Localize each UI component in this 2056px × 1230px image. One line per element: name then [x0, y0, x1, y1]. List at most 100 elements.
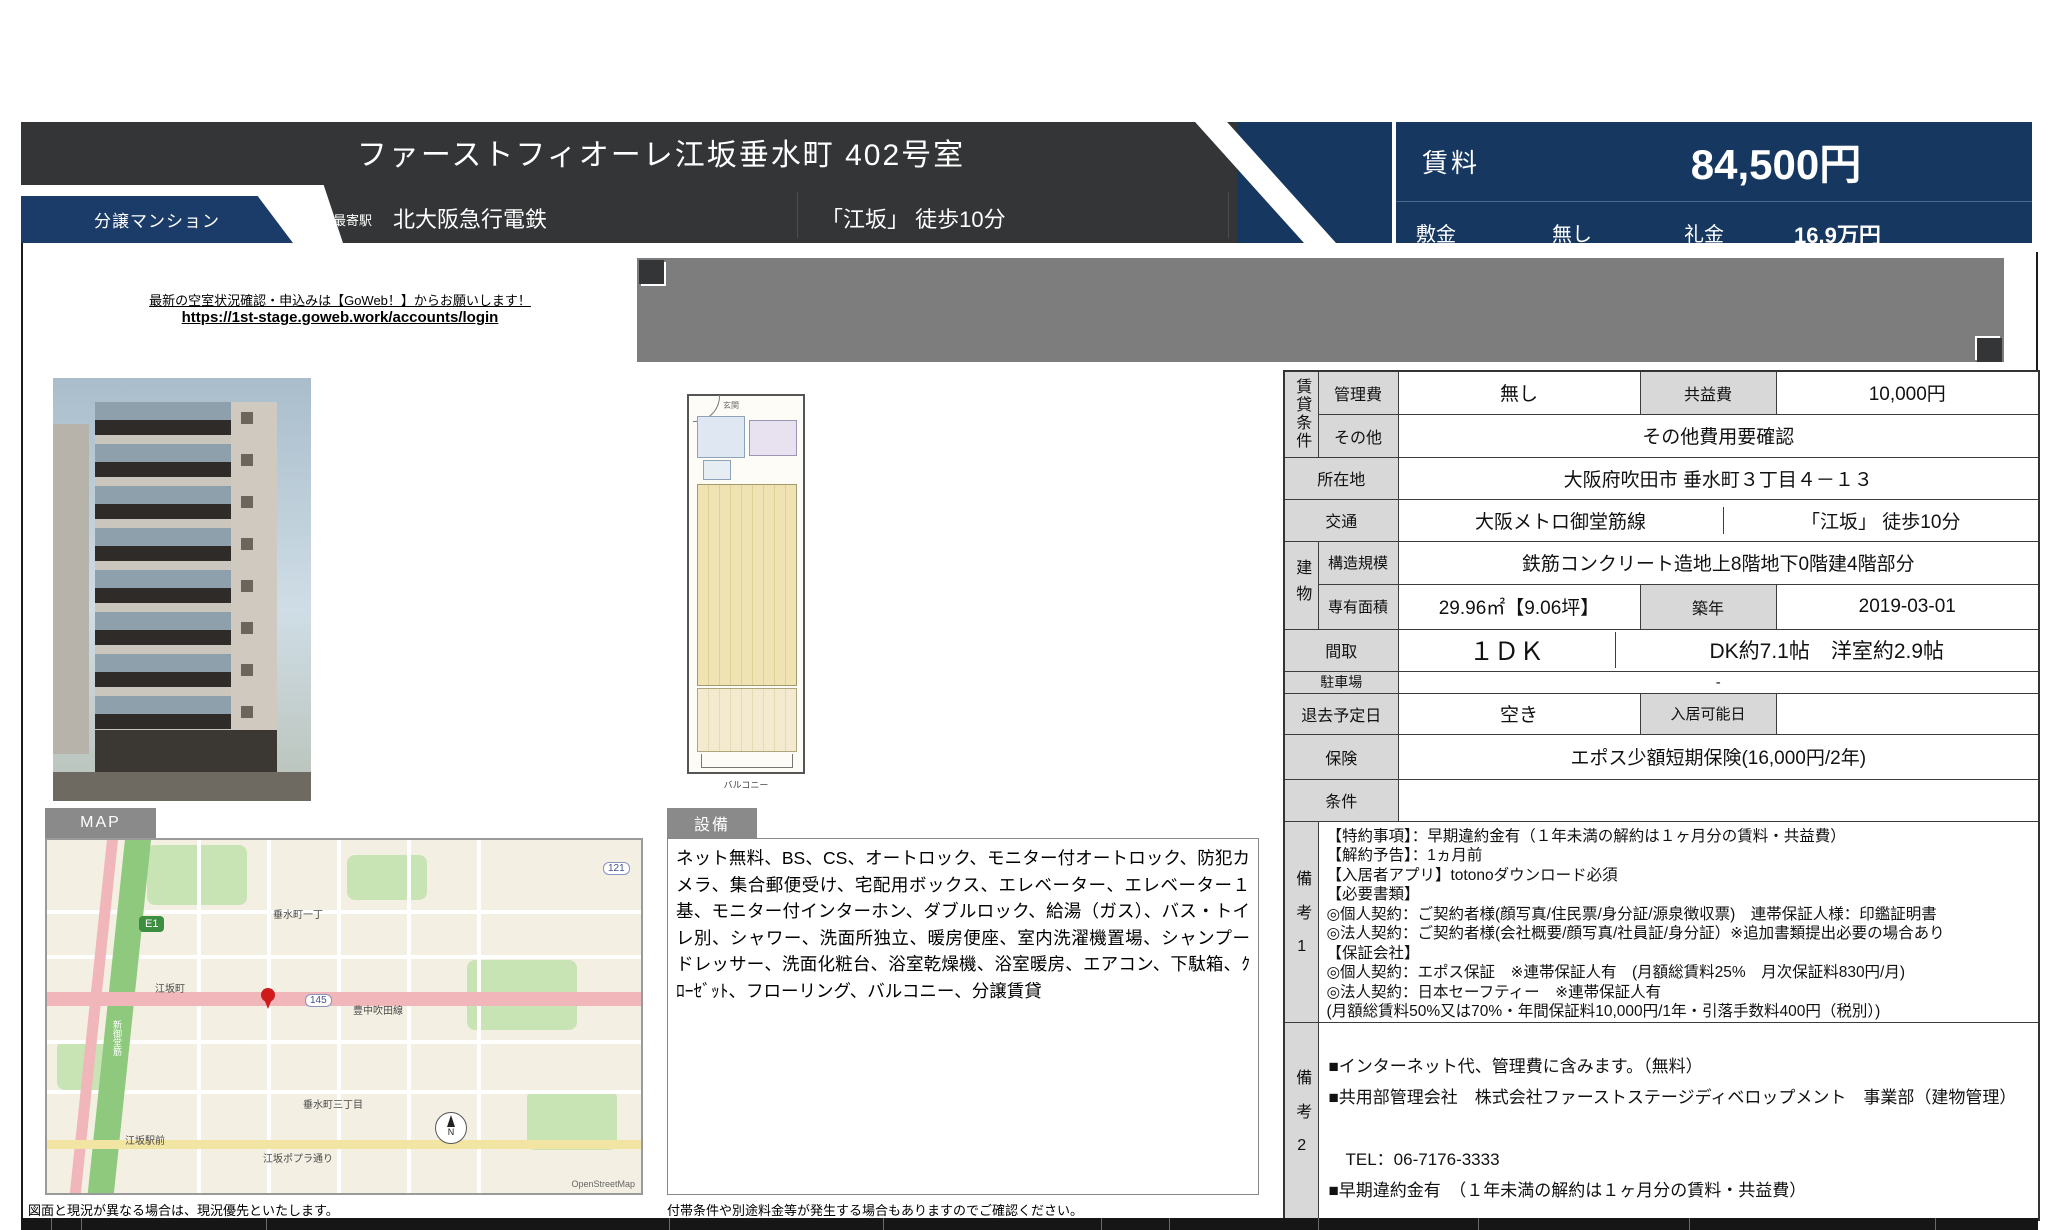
- note-line: ◎個人契約：ご契約者様(顔写真/住民票/身分証/源泉徴収票) 連帯保証人様：印鑑…: [1319, 905, 2039, 925]
- price-block: 賃料 84,500円 敷金 無し 礼金 16.9万円: [1396, 122, 2032, 243]
- note-line: ◎法人契約：日本セーフティー ※連帯保証人有: [1319, 983, 2039, 1003]
- western-room: [697, 688, 797, 752]
- insurance-label: 保険: [1284, 734, 1398, 779]
- building-group-cell: 建物: [1284, 541, 1318, 629]
- building-side-windows: [241, 412, 253, 772]
- corner-square: [639, 260, 664, 284]
- parking-label: 駐車場: [1284, 671, 1398, 693]
- building-side-wall: [231, 402, 277, 774]
- built-label: 築年: [1640, 584, 1776, 629]
- address-value: 大阪府吹田市 垂水町３丁目４－１３: [1398, 457, 2039, 499]
- map-street: [47, 1090, 643, 1094]
- equipment-tab: 設備: [667, 808, 757, 838]
- note-line: (月額総賃料50%又は70%・年間保証料10,000円/1年・引落手数料400円…: [1319, 1002, 2039, 1022]
- rail-line: 北大阪急行電鉄: [393, 202, 547, 234]
- common-fee-value: 10,000円: [1776, 371, 2039, 414]
- adjacent-building: [53, 424, 89, 754]
- built-value: 2019-03-01: [1776, 584, 2039, 629]
- kitchen-unit: [749, 420, 797, 456]
- moveout-label: 退去予定日: [1284, 693, 1398, 734]
- spec-table: 賃貸条件 管理費 無し 共益費 10,000円 その他 その他費用要確認 所在地…: [1283, 370, 2040, 1221]
- map-street: [47, 1040, 643, 1044]
- balcony-label: バルコニー: [687, 778, 805, 791]
- note-line: 【入居者アプリ】totonoダウンロード必須: [1319, 866, 2039, 886]
- note-line: TEL：06-7176-3333: [1319, 1144, 2039, 1175]
- note-line: 【特約事項】：早期違約金有（１年未満の解約は１ヶ月分の賃料・共益費）: [1319, 827, 2039, 847]
- note-line: ■早期違約金有 （１年未満の解約は１ヶ月分の賃料・共益費）: [1319, 1175, 2039, 1206]
- floor-plan: 玄関: [687, 394, 805, 774]
- rent-label: 賃料: [1422, 143, 1480, 180]
- map-tab: MAP: [45, 808, 156, 838]
- price-divider: [1396, 201, 2032, 202]
- equipment-list: ネット無料、BS、CS、オートロック、モニター付オートロック、防犯カメラ、集合郵…: [667, 838, 1259, 1195]
- note-line: ■共用部管理会社 株式会社ファーストステージディベロップメント 事業部（建物管理…: [1319, 1082, 2039, 1113]
- equipment-caption: 付帯条件や別途料金等が発生する場合もありますのでご確認ください。: [667, 1200, 1083, 1219]
- address-label: 所在地: [1284, 457, 1398, 499]
- notes1: 【特約事項】：早期違約金有（１年未満の解約は１ヶ月分の賃料・共益費） 【解約予告…: [1318, 821, 2039, 1022]
- map-label: 江坂駅前: [125, 1132, 165, 1147]
- condition-label: 条件: [1284, 779, 1398, 821]
- map-label: 江坂町: [155, 980, 185, 995]
- condition-value: [1398, 779, 2039, 821]
- map: E1 121 145 垂水町一丁 江坂町 豊中吹田線 垂水町三丁目 江坂駅前 江…: [45, 838, 643, 1195]
- footer-strip: [21, 1218, 2038, 1230]
- layout-label: 間取: [1284, 629, 1398, 671]
- deposit-label: 敷金: [1416, 218, 1456, 247]
- goweb-link[interactable]: https://1st-stage.goweb.work/accounts/lo…: [120, 309, 560, 326]
- area-value: 29.96㎡【9.06坪】: [1398, 584, 1640, 629]
- map-label: 豊中吹田線: [353, 1002, 403, 1017]
- movein-value: [1776, 693, 2039, 734]
- left-border: [21, 243, 23, 1230]
- nearest-station-label: 最寄駅: [333, 210, 372, 229]
- balcony-outline: [701, 754, 793, 768]
- other-fee-value: その他費用要確認: [1398, 414, 2039, 457]
- property-flyer: ファーストフィオーレ江坂垂水町 402号室 分譲マンション 最寄駅 北大阪急行電…: [0, 0, 2056, 1230]
- corner-square: [1977, 338, 2002, 362]
- gray-banner: [637, 258, 2004, 362]
- key-money-value: 16.9万円: [1794, 218, 1881, 250]
- note-line: 【必要書類】: [1319, 885, 2039, 905]
- mgmt-fee-value: 無し: [1398, 371, 1640, 414]
- subheader-separator: [1228, 192, 1229, 238]
- header-band: ファーストフィオーレ江坂垂水町 402号室 分譲マンション 最寄駅 北大阪急行電…: [21, 122, 1392, 243]
- dk-room: [697, 484, 797, 686]
- access-label: 交通: [1284, 499, 1398, 541]
- note-line: [1319, 1113, 2039, 1144]
- lease-group-cell: 賃貸条件: [1284, 371, 1318, 457]
- key-money-label: 礼金: [1684, 218, 1724, 247]
- mgmt-fee-label: 管理費: [1318, 371, 1398, 414]
- insurance-value: エポス少額短期保険(16,000円/2年): [1398, 734, 2039, 779]
- structure-label: 構造規模: [1318, 541, 1398, 584]
- notes1-group-cell: 備考1: [1284, 821, 1318, 1022]
- compass-icon: N: [435, 1112, 467, 1144]
- goweb-text: 最新の空室状況確認・申込みは【GoWeb！】からお願いします！: [120, 290, 560, 309]
- map-caption: 図面と現況が異なる場合は、現況優先といたします。: [28, 1200, 339, 1219]
- note-line: 【保証会社】: [1319, 944, 2039, 964]
- building-ground: [53, 772, 311, 801]
- toilet-unit: [703, 460, 731, 480]
- page-title: ファーストフィオーレ江坂垂水町 402号室: [21, 130, 1301, 174]
- station-walk-time: 「江坂」 徒歩10分: [821, 202, 1006, 234]
- map-pin-icon: [261, 988, 277, 1010]
- parking-value: -: [1398, 671, 2039, 693]
- other-fee-label: その他: [1318, 414, 1398, 457]
- note-line: ■インターネット代、管理費に含みます。（無料）: [1319, 1051, 2039, 1082]
- map-label: 新御堂筋: [111, 1020, 124, 1056]
- route-badge-e1: E1: [139, 916, 164, 932]
- movein-label: 入居可能日: [1640, 693, 1776, 734]
- building-balconies: [95, 402, 231, 738]
- notes2-group-cell: 備考2: [1284, 1022, 1318, 1220]
- deposit-value: 無し: [1552, 218, 1592, 247]
- layout-value: １ＤＫ: [1399, 632, 1616, 668]
- map-label: 垂水町三丁目: [303, 1096, 363, 1111]
- moveout-value: 空き: [1398, 693, 1640, 734]
- layout-detail: DK約7.1帖 洋室約2.9帖: [1616, 635, 2039, 665]
- notes2: ■インターネット代、管理費に含みます。（無料） ■共用部管理会社 株式会社ファー…: [1318, 1022, 2039, 1220]
- structure-value: 鉄筋コンクリート造地上8階地下0階建4階部分: [1398, 541, 2039, 584]
- property-type-badge: 分譲マンション: [21, 196, 293, 243]
- area-label: 専有面積: [1318, 584, 1398, 629]
- entrance-label: 玄関: [723, 400, 739, 411]
- route-badge-121: 121: [603, 862, 630, 875]
- map-label: 江坂ポプラ通り: [263, 1150, 333, 1165]
- rent-value: 84,500円: [1480, 131, 2032, 192]
